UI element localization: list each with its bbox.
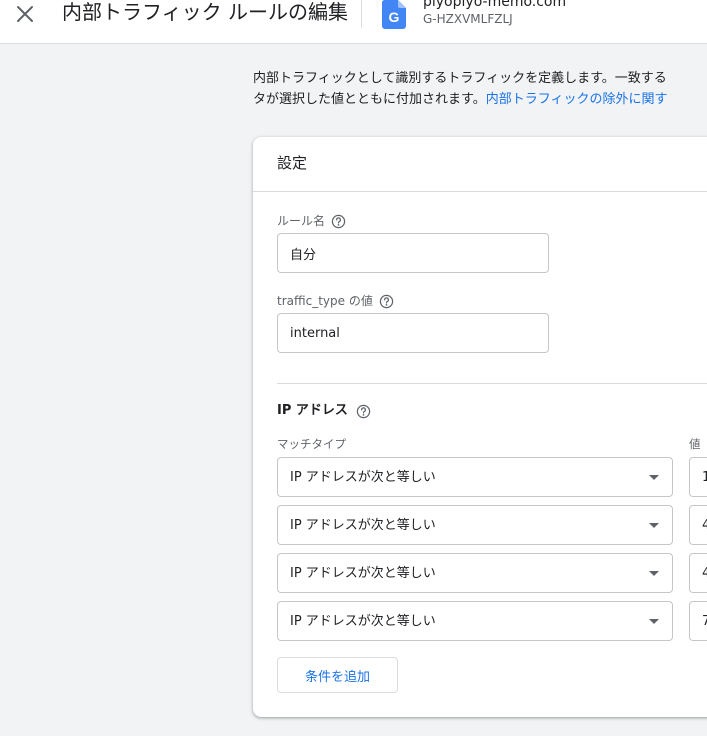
close-icon	[17, 6, 33, 22]
match-type-select[interactable]: IP アドレスが次と等しい	[277, 601, 673, 641]
description: 内部トラフィックとして識別するトラフィックを定義します。一致する タが選択した値…	[253, 68, 707, 110]
ip-section-title-row: IP アドレス	[277, 402, 371, 420]
card-divider	[253, 191, 707, 192]
match-type-select-value: IP アドレスが次と等しい	[290, 614, 436, 629]
ip-value-input[interactable]	[689, 601, 707, 641]
header-divider	[361, 0, 362, 28]
dropdown-arrow-icon	[649, 523, 659, 528]
help-icon[interactable]	[356, 404, 371, 419]
top-bar: 内部トラフィック ルールの編集 G piyopiyo-memo.com G-HZ…	[0, 0, 707, 44]
value-column-label: 値	[689, 437, 701, 451]
ip-section-title: IP アドレス	[277, 403, 348, 418]
help-icon[interactable]	[379, 294, 394, 309]
dropdown-arrow-icon	[649, 619, 659, 624]
internal-traffic-help-link[interactable]: 内部トラフィックの除外に関す	[486, 92, 668, 107]
traffic-type-label: traffic_type の値	[277, 294, 373, 308]
property-id: G-HZXVMLFZLJ	[423, 12, 513, 26]
match-type-select[interactable]: IP アドレスが次と等しい	[277, 553, 673, 593]
rule-name-input[interactable]	[277, 233, 549, 273]
ip-value-input[interactable]	[689, 553, 707, 593]
property-name: piyopiyo-memo.com	[423, 0, 567, 10]
close-button[interactable]	[8, 0, 42, 28]
description-line-2-text: タが選択した値とともに付加されます。	[253, 92, 486, 107]
description-line-2: タが選択した値とともに付加されます。内部トラフィックの除外に関す	[253, 89, 707, 110]
match-type-column-label: マッチタイプ	[277, 437, 346, 451]
section-divider	[277, 383, 707, 384]
traffic-type-input[interactable]	[277, 313, 549, 353]
dropdown-arrow-icon	[649, 571, 659, 576]
page-title: 内部トラフィック ルールの編集	[62, 0, 348, 24]
svg-text:G: G	[389, 9, 400, 25]
match-type-select[interactable]: IP アドレスが次と等しい	[277, 457, 673, 497]
add-condition-button[interactable]: 条件を追加	[277, 657, 398, 693]
card-title: 設定	[277, 154, 308, 172]
description-line-1: 内部トラフィックとして識別するトラフィックを定義します。一致する	[253, 71, 667, 86]
match-type-select-value: IP アドレスが次と等しい	[290, 518, 436, 533]
help-icon[interactable]	[331, 214, 346, 229]
google-analytics-property-icon: G	[381, 0, 406, 29]
ip-value-input[interactable]	[689, 505, 707, 545]
rule-name-label-row: ルール名	[277, 213, 346, 229]
rule-name-label: ルール名	[277, 214, 326, 228]
dropdown-arrow-icon	[649, 475, 659, 480]
settings-card: 設定 ルール名 traffic_type の値 IP アドレス マッチタイプ 値…	[253, 137, 707, 717]
ip-value-input[interactable]	[689, 457, 707, 497]
match-type-select-value: IP アドレスが次と等しい	[290, 566, 436, 581]
match-type-select-value: IP アドレスが次と等しい	[290, 470, 436, 485]
match-type-select[interactable]: IP アドレスが次と等しい	[277, 505, 673, 545]
traffic-type-label-row: traffic_type の値	[277, 293, 394, 309]
